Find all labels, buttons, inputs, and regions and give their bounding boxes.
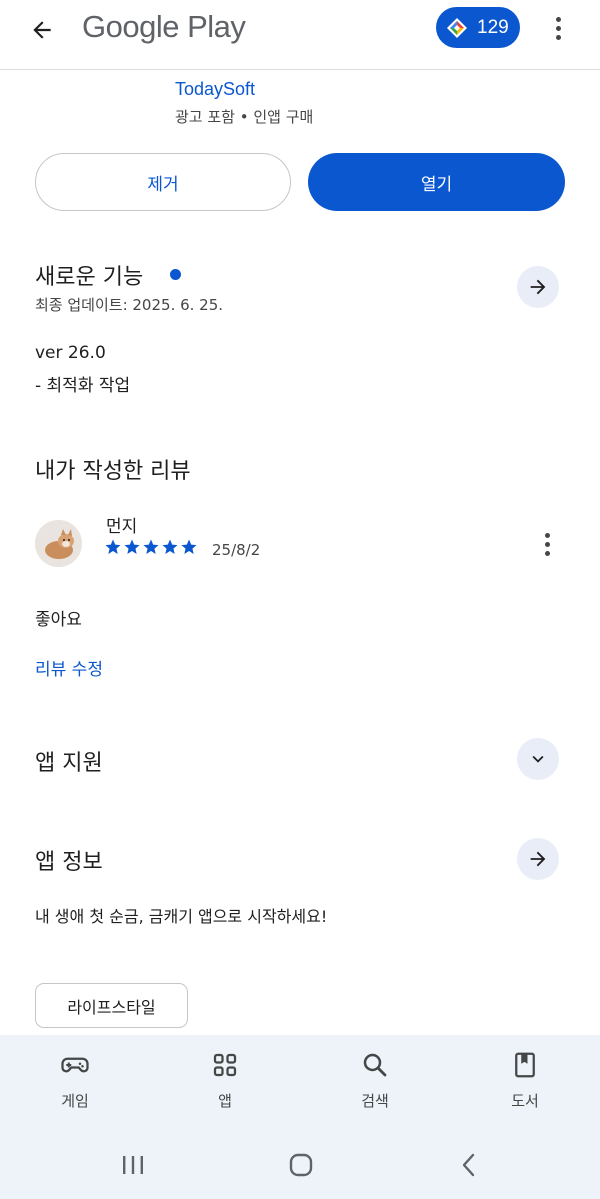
app-support-title: 앱 지원 [35, 751, 103, 776]
whats-new-arrow-button[interactable] [517, 266, 559, 308]
new-indicator-dot [170, 269, 181, 280]
edit-review-link[interactable]: 리뷰 수정 [35, 655, 103, 680]
app-description: 내 생애 첫 순금, 금캐기 앱으로 시작하세요! [35, 907, 328, 926]
more-vert-icon [555, 16, 561, 22]
nav-label: 도서 [511, 1092, 539, 1110]
chevron-down-icon [532, 755, 544, 763]
release-notes: - 최적화 작업 [35, 376, 131, 396]
recent-apps-button[interactable] [113, 1148, 153, 1182]
gamepad-icon [61, 1057, 89, 1073]
play-points-button[interactable]: 129 [436, 7, 520, 48]
nav-books[interactable]: 도서 [480, 1050, 570, 1111]
star-icon [181, 539, 197, 554]
avatar [35, 520, 82, 567]
top-app-bar: Google Play 129 [0, 0, 600, 70]
system-back-button[interactable] [449, 1148, 489, 1182]
page-title: Google Play [82, 9, 246, 44]
play-points-value: 129 [477, 16, 509, 38]
book-icon [515, 1052, 535, 1078]
arrow-back-icon [33, 21, 51, 39]
review-text: 좋아요 [35, 610, 82, 630]
reviewer-name: 먼지 [106, 517, 138, 537]
app-support-expand-button[interactable] [517, 738, 559, 780]
nav-label: 검색 [361, 1092, 389, 1110]
star-icon [105, 539, 121, 554]
review-date: 25/8/2 [212, 541, 261, 559]
nav-games[interactable]: 게임 [30, 1050, 120, 1111]
whats-new-title: 새로운 기능 [35, 265, 144, 290]
avatar-image [35, 520, 82, 567]
nav-label: 앱 [218, 1092, 232, 1110]
home-icon [289, 1153, 313, 1177]
version-text: ver 26.0 [35, 343, 106, 363]
star-icon [162, 539, 178, 554]
star-icon [124, 539, 140, 554]
developer-link[interactable]: TodaySoft [175, 79, 255, 100]
about-app-title: 앱 정보 [35, 850, 103, 875]
last-updated: 최종 업데이트: 2025. 6. 25. [35, 296, 224, 314]
play-points-icon [447, 17, 467, 38]
more-options-button[interactable] [546, 12, 570, 44]
apps-grid-icon [213, 1053, 237, 1077]
category-chip[interactable]: 라이프스타일 [35, 983, 188, 1028]
my-review-title: 내가 작성한 리뷰 [35, 459, 191, 484]
app-meta: 광고 포함 • 인앱 구매 [175, 108, 314, 126]
star-rating [104, 538, 198, 556]
open-button[interactable]: 열기 [308, 153, 565, 211]
arrow-forward-icon [530, 279, 546, 295]
star-icon [143, 539, 159, 554]
about-app-arrow-button[interactable] [517, 838, 559, 880]
nav-search[interactable]: 검색 [330, 1050, 420, 1111]
uninstall-button[interactable]: 제거 [35, 153, 291, 211]
chevron-left-icon [462, 1153, 475, 1177]
search-icon [363, 1053, 387, 1077]
more-vert-icon [544, 532, 550, 538]
recent-apps-icon [123, 1156, 143, 1174]
back-button[interactable] [22, 10, 62, 50]
home-button[interactable] [281, 1148, 321, 1182]
arrow-forward-icon [530, 851, 546, 867]
nav-apps[interactable]: 앱 [180, 1050, 270, 1111]
review-more-button[interactable] [535, 528, 559, 560]
nav-label: 게임 [61, 1092, 89, 1110]
